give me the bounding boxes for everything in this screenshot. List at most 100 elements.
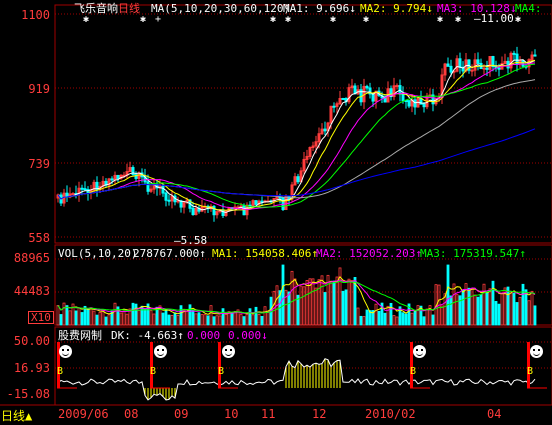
volume-bar[interactable]: [482, 283, 486, 326]
candle-body[interactable]: [281, 197, 285, 211]
volume-bar[interactable]: [533, 305, 537, 326]
volume-bar[interactable]: [185, 310, 189, 326]
candle-body[interactable]: [83, 188, 87, 191]
volume-bar[interactable]: [329, 282, 333, 326]
volume-bar[interactable]: [311, 278, 315, 326]
volume-bar[interactable]: [365, 309, 369, 326]
volume-bar[interactable]: [137, 310, 141, 326]
volume-bar[interactable]: [107, 314, 111, 326]
volume-bar[interactable]: [395, 316, 399, 326]
volume-bar[interactable]: [200, 314, 204, 326]
volume-bar[interactable]: [401, 312, 405, 326]
volume-bar[interactable]: [104, 316, 108, 326]
volume-bar[interactable]: [68, 310, 72, 326]
volume-bar[interactable]: [194, 313, 198, 326]
volume-bar[interactable]: [173, 312, 177, 326]
volume-bar[interactable]: [350, 280, 354, 326]
indicator-name[interactable]: 股费网制: [58, 329, 102, 342]
candle-body[interactable]: [191, 207, 195, 216]
candle-body[interactable]: [365, 85, 369, 89]
volume-bar[interactable]: [140, 305, 144, 326]
volume-bar[interactable]: [323, 292, 327, 326]
candle-body[interactable]: [176, 200, 180, 203]
volume-bar[interactable]: [356, 307, 360, 326]
candle-body[interactable]: [80, 187, 84, 190]
candle-body[interactable]: [371, 93, 375, 102]
candle-body[interactable]: [533, 54, 537, 57]
volume-bar[interactable]: [389, 302, 393, 326]
volume-bar[interactable]: [521, 283, 525, 326]
volume-bar[interactable]: [446, 264, 450, 326]
volume-bar[interactable]: [257, 314, 261, 326]
volume-bar[interactable]: [515, 302, 519, 326]
volume-bar[interactable]: [494, 301, 498, 326]
candle-body[interactable]: [482, 67, 486, 70]
volume-bar[interactable]: [455, 294, 459, 326]
volume-bar[interactable]: [233, 311, 237, 326]
volume-bar[interactable]: [119, 312, 123, 326]
volume-bar[interactable]: [215, 315, 219, 326]
volume-bar[interactable]: [317, 279, 321, 326]
kline-chart-canvas[interactable]: [0, 0, 552, 425]
volume-bar[interactable]: [230, 312, 234, 326]
volume-bar[interactable]: [410, 312, 414, 326]
candle-body[interactable]: [470, 69, 474, 72]
period-tab-day[interactable]: 日线▲: [1, 407, 32, 424]
volume-bar[interactable]: [467, 287, 471, 326]
volume-bar[interactable]: [440, 305, 444, 326]
volume-bar[interactable]: [416, 305, 420, 326]
volume-bar[interactable]: [290, 270, 294, 326]
candle-body[interactable]: [254, 200, 258, 205]
volume-bar[interactable]: [470, 288, 474, 326]
volume-bar[interactable]: [152, 313, 156, 326]
candle-body[interactable]: [446, 63, 450, 67]
volume-bar[interactable]: [164, 309, 168, 326]
volume-bar[interactable]: [122, 310, 126, 326]
volume-bar[interactable]: [86, 308, 90, 326]
volume-bar[interactable]: [113, 302, 117, 326]
volume-bar[interactable]: [131, 302, 135, 326]
volume-bar[interactable]: [281, 264, 285, 326]
candle-body[interactable]: [521, 60, 525, 67]
volume-bar[interactable]: [197, 312, 201, 326]
candle-body[interactable]: [221, 209, 225, 216]
volume-bar[interactable]: [179, 305, 183, 326]
volume-bar[interactable]: [386, 305, 390, 326]
volume-bar[interactable]: [383, 312, 387, 326]
volume-bar[interactable]: [287, 291, 291, 326]
volume-bar[interactable]: [377, 310, 381, 326]
volume-bar[interactable]: [452, 283, 456, 326]
volume-bar[interactable]: [413, 310, 417, 326]
volume-bar[interactable]: [239, 314, 243, 326]
volume-bar[interactable]: [335, 276, 339, 326]
volume-bar[interactable]: [218, 315, 222, 326]
volume-bar[interactable]: [443, 293, 447, 326]
volume-bar[interactable]: [449, 295, 453, 326]
volume-bar[interactable]: [74, 310, 78, 326]
volume-bar[interactable]: [191, 309, 195, 326]
volume-bar[interactable]: [245, 313, 249, 326]
volume-bar[interactable]: [374, 303, 378, 326]
volume-bar[interactable]: [263, 306, 267, 326]
candle-body[interactable]: [422, 103, 426, 108]
volume-bar[interactable]: [89, 307, 93, 326]
volume-bar[interactable]: [149, 310, 153, 326]
candle-body[interactable]: [497, 67, 501, 70]
candle-body[interactable]: [407, 100, 411, 107]
volume-bar[interactable]: [77, 307, 81, 326]
volume-bar[interactable]: [461, 289, 465, 326]
volume-bar[interactable]: [425, 308, 429, 326]
candle-body[interactable]: [401, 93, 405, 101]
volume-bar[interactable]: [422, 316, 426, 326]
candle-body[interactable]: [476, 59, 480, 64]
volume-bar[interactable]: [359, 315, 363, 326]
volume-bar[interactable]: [101, 309, 105, 326]
volume-bar[interactable]: [524, 289, 528, 326]
volume-bar[interactable]: [518, 296, 522, 326]
volume-unit-button[interactable]: X10: [28, 311, 54, 324]
volume-bar[interactable]: [527, 300, 531, 326]
candle-body[interactable]: [332, 105, 336, 108]
candle-body[interactable]: [161, 185, 165, 194]
volume-bars[interactable]: [56, 264, 537, 326]
volume-bar[interactable]: [98, 311, 102, 326]
